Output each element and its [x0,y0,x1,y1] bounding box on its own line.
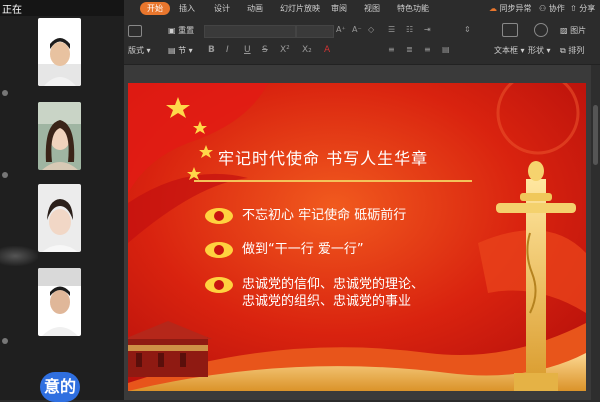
strikethrough-button[interactable]: S [262,45,268,55]
tab-view[interactable]: 视图 [361,2,383,15]
mic-status-icon [2,90,8,96]
chevron-down-icon: ▾ [544,46,551,55]
presentation-toolbar: 开始 插入 设计 动画 幻灯片放映 审阅 视图 特色功能 ☁ 同步异常 ⚇ 协作… [124,0,600,65]
textbox-icon[interactable] [502,23,518,37]
tab-slideshow[interactable]: 幻灯片放映 [277,2,323,15]
people-icon: ⚇ [539,4,547,13]
reset-icon: ▣ [168,26,179,35]
italic-button[interactable]: I [226,45,229,55]
layout-button[interactable]: 版式 ▾ [128,45,151,56]
align-right-icon[interactable]: ≡ [424,45,431,54]
list-bullets-icon[interactable]: ☰ [388,25,395,34]
meeting-status-bar: 正在 [0,0,124,16]
slide-canvas[interactable]: 牢记时代使命 书写人生华章 不忘初心 牢记使命 砥砺前行 做到“干一行 爱一行”… [124,65,600,400]
underline-button[interactable]: U [244,45,251,55]
chevron-down-icon: ▾ [144,46,151,55]
superscript-button[interactable]: X² [280,45,290,55]
section-icon: ▤ [168,46,179,55]
shape-label: 形状 [528,46,544,55]
picture-button[interactable]: ▨ 图片 [560,25,586,36]
participant-video-2[interactable] [38,102,81,170]
share-label: 分享 [579,4,596,13]
slide-bullet-1[interactable]: 不忘初心 牢记使命 砥砺前行 [242,207,406,224]
menu-tabs: 开始 插入 设计 动画 幻灯片放映 审阅 视图 特色功能 ☁ 同步异常 ⚇ 协作… [124,0,600,17]
indent-icon[interactable]: ⇥ [424,25,431,34]
participant-panel: 正在 意的 [0,0,124,402]
slide-bullet-2[interactable]: 做到“干一行 爱一行” [242,241,364,258]
slide-bullet-3[interactable]: 忠诚党的信仰、忠诚党的理论、 忠诚党的组织、忠诚党的事业 [242,276,424,310]
new-slide-icon[interactable] [128,25,142,37]
sync-status-label: 同步异常 [499,4,532,13]
reset-button[interactable]: ▣ 重置 [168,25,194,36]
font-shrink-icon[interactable]: A⁻ [352,25,362,34]
ribbon: 版式 ▾ ▣ 重置 ▤ 节 ▾ A⁺ A⁻ ◇ B I U S X² X₂ A … [124,17,600,64]
title-underline [194,180,472,182]
blurred-region [0,246,38,266]
chat-bubble[interactable]: 意的 [40,372,80,402]
line-spacing-icon[interactable]: ⇕ [464,25,471,34]
bold-button[interactable]: B [208,45,215,55]
meeting-status-text: 正在 [2,5,22,16]
layout-label: 版式 [128,46,144,55]
font-color-button[interactable]: A [324,45,330,55]
party-emblem-icon [205,208,233,224]
section-button[interactable]: ▤ 节 ▾ [168,45,193,56]
scrollbar-thumb[interactable] [593,105,598,165]
list-numbers-icon[interactable]: ☷ [406,25,413,34]
share-button[interactable]: ⇧ 分享 [567,2,598,15]
participant-video-3[interactable] [38,184,81,252]
font-grow-icon[interactable]: A⁺ [336,25,346,34]
arrange-button[interactable]: ⧉ 排列 [560,45,584,56]
party-emblem-icon [205,242,233,258]
textbox-button[interactable]: 文本框 ▾ [494,45,525,56]
slide-title[interactable]: 牢记时代使命 书写人生华章 [218,145,428,169]
tab-design[interactable]: 设计 [211,2,233,15]
tab-animation[interactable]: 动画 [244,2,266,15]
chevron-down-icon: ▾ [186,46,193,55]
collaborate-label: 协作 [548,4,565,13]
shape-button[interactable]: 形状 ▾ [528,45,551,56]
participant-video-1[interactable] [38,18,81,86]
textbox-label: 文本框 [494,46,518,55]
slide[interactable]: 牢记时代使命 书写人生华章 不忘初心 牢记使命 砥砺前行 做到“干一行 爱一行”… [128,83,586,391]
tab-features[interactable]: 特色功能 [394,2,432,15]
font-size-select[interactable] [296,25,334,38]
reset-label: 重置 [178,26,195,35]
tab-review[interactable]: 审阅 [328,2,350,15]
participant-4-image [38,268,81,336]
subscript-button[interactable]: X₂ [302,45,312,55]
align-center-icon[interactable]: ≣ [406,45,413,54]
chevron-down-icon: ▾ [518,46,525,55]
picture-icon: ▨ [560,26,571,35]
arrange-label: 排列 [568,46,585,55]
justify-icon[interactable]: ▤ [442,45,450,54]
cloud-icon: ☁ [489,4,497,13]
mic-icon [2,338,8,344]
collaborate-button[interactable]: ⚇ 协作 [536,2,568,15]
sync-status[interactable]: ☁ 同步异常 [486,2,535,15]
shape-icon[interactable] [534,23,548,37]
party-emblem-icon [205,277,233,293]
participant-3-image [38,184,81,252]
vertical-scrollbar[interactable] [591,65,600,400]
mic-status-icon [2,172,8,178]
align-left-icon[interactable]: ≡ [388,45,395,54]
tab-insert[interactable]: 插入 [176,2,198,15]
section-label: 节 [178,46,187,55]
font-family-select[interactable] [204,25,296,38]
participant-2-image [38,102,81,170]
tab-home[interactable]: 开始 [140,2,170,15]
share-icon: ⇧ [570,4,577,13]
picture-label: 图片 [570,26,587,35]
participant-video-4[interactable] [38,268,81,336]
participant-1-image [38,18,81,86]
slide-background [128,83,586,391]
clear-format-icon[interactable]: ◇ [368,25,374,34]
